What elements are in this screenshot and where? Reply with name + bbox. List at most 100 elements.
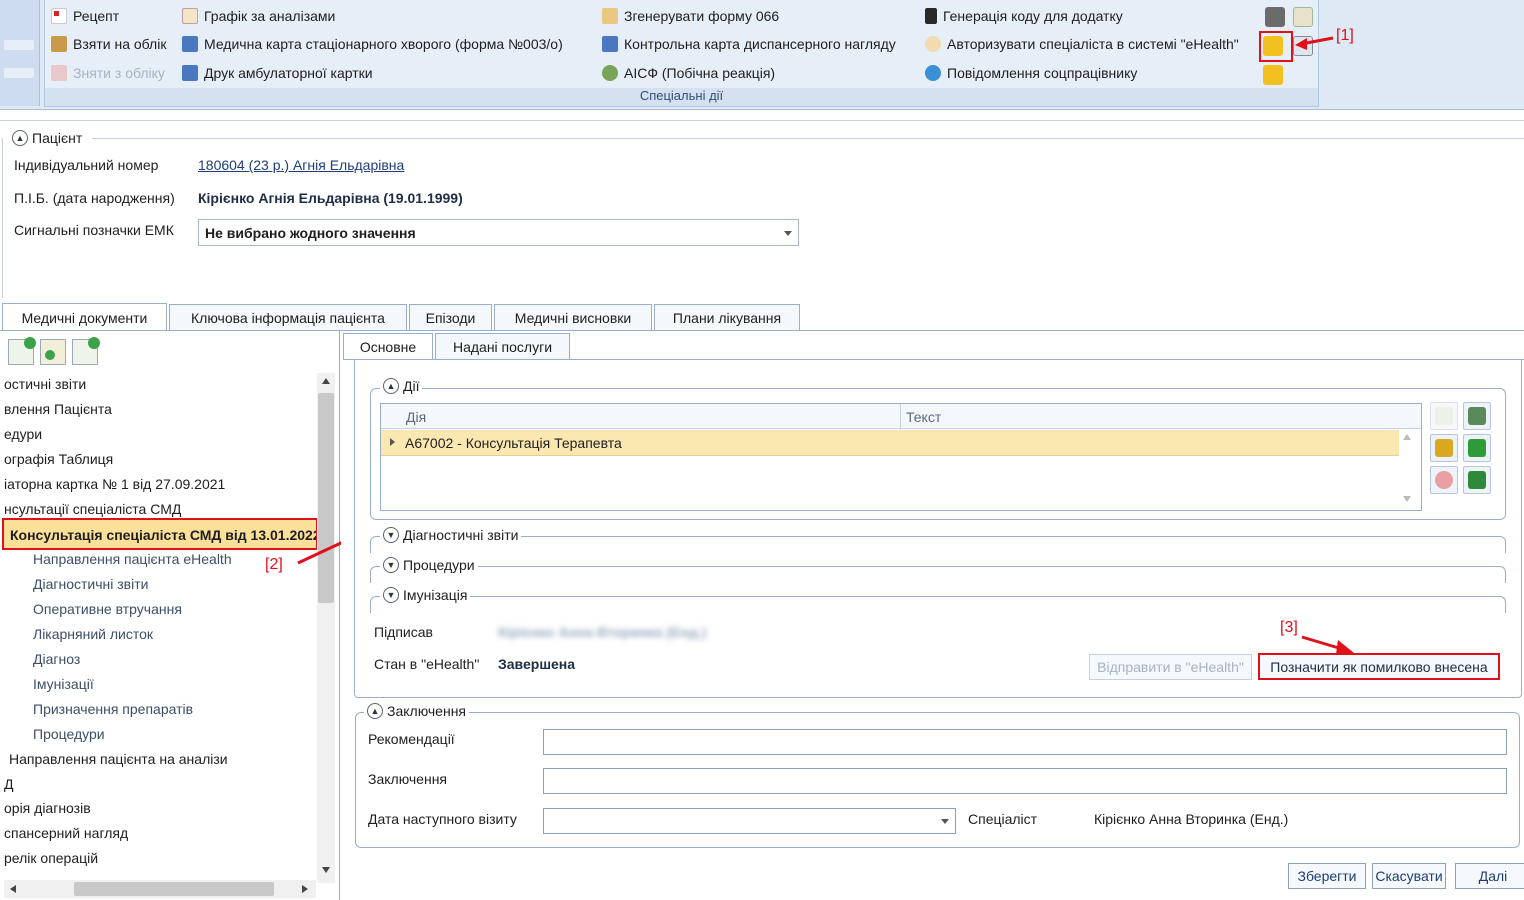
expand-icon[interactable]: ▼ <box>383 557 399 573</box>
signals-select[interactable]: Не вибрано жодного значення <box>198 219 799 246</box>
specialist-value: Кірієнко Анна Вторинка (Енд.) <box>1094 811 1289 827</box>
tab-medical-conclusions[interactable]: Медичні висновки <box>494 304 652 331</box>
ribbon-control-card-button[interactable]: Контрольна карта диспансерного нагляду <box>602 36 896 52</box>
tree-child-item[interactable]: Призначення препаратів <box>33 701 193 717</box>
collapse-icon[interactable]: ▲ <box>12 130 28 146</box>
ribbon-unregister-button[interactable]: Зняти з обліку <box>51 65 165 81</box>
cancel-button[interactable]: Скасувати <box>1372 863 1446 889</box>
conclusion-section-header[interactable]: ▲ Заключення <box>364 703 470 719</box>
folder-key-icon[interactable] <box>1263 65 1283 85</box>
clipboard-icon[interactable] <box>1293 7 1313 27</box>
annotation-arrow-3 <box>1301 635 1354 654</box>
printer-icon[interactable] <box>1265 7 1285 27</box>
expand-icon[interactable]: ▼ <box>383 587 399 603</box>
conclusion-input[interactable] <box>543 768 1507 794</box>
tree-vertical-scrollbar[interactable] <box>317 373 335 883</box>
subtab-main[interactable]: Основне <box>343 333 433 360</box>
print-card-icon <box>182 65 198 81</box>
collapse-icon[interactable]: ▲ <box>367 703 383 719</box>
tools-button[interactable] <box>1463 402 1491 430</box>
annotation-label-3: [3] <box>1280 619 1298 636</box>
tree-item[interactable]: іаторна картка № 1 від 27.09.2021 <box>4 476 225 492</box>
ribbon-message-button[interactable]: Повідомлення соцпрацівнику <box>925 65 1137 81</box>
column-header-text[interactable]: Текст <box>906 409 941 425</box>
copy-document-button[interactable] <box>40 339 66 365</box>
table-button[interactable] <box>1463 466 1491 494</box>
ribbon-register-button[interactable]: Взяти на облік <box>51 36 166 52</box>
tree-item[interactable]: релік операцій <box>4 850 98 866</box>
column-header-action[interactable]: Дія <box>406 409 426 425</box>
chart-icon <box>182 8 198 24</box>
scroll-up-icon[interactable] <box>322 378 330 384</box>
tab-treatment-plans[interactable]: Плани лікування <box>654 304 800 331</box>
link-icon <box>1468 439 1486 457</box>
mark-erroneous-button[interactable]: Позначити як помилково внесена <box>1258 653 1500 680</box>
tree-item[interactable]: орія діагнозів <box>4 800 91 816</box>
phone-icon <box>925 8 937 24</box>
ribbon-aisf-button[interactable]: АІСФ (Побічна реакція) <box>602 65 775 81</box>
ribbon-recipe-button[interactable]: Рецепт <box>51 8 119 24</box>
tree-item[interactable]: влення Пацієнта <box>4 401 112 417</box>
scroll-left-icon[interactable] <box>10 885 16 893</box>
link-button[interactable] <box>1463 434 1491 462</box>
tree-child-item[interactable]: Направлення пацієнта eHealth <box>33 551 232 567</box>
ribbon: Рецепт Взяти на облік Зняти з обліку Гра… <box>0 0 1524 110</box>
ribbon-authorize-button[interactable]: Авторизувати спеціаліста в системі "eHea… <box>925 36 1239 52</box>
patient-section-header[interactable]: ▲ Пацієнт <box>12 130 82 146</box>
row-expand-icon[interactable] <box>390 438 395 446</box>
scroll-h-thumb[interactable] <box>74 882 274 896</box>
add-record-button[interactable] <box>72 337 100 365</box>
table-icon <box>1468 471 1486 489</box>
ribbon-print-card-button[interactable]: Друк амбулаторної картки <box>182 65 373 81</box>
tree-item[interactable]: Направлення пацієнта на аналізи <box>9 751 228 767</box>
add-icon <box>24 337 36 349</box>
tree-item[interactable]: ографія Таблиця <box>4 451 113 467</box>
patient-id-link[interactable]: 180604 (23 р.) Агнія Ельдарівна <box>198 157 404 173</box>
diag-section-header[interactable]: ▼ Діагностичні звіти <box>380 527 522 543</box>
tab-medical-documents[interactable]: Медичні документи <box>2 303 167 332</box>
delete-button[interactable] <box>1430 466 1458 494</box>
tree-child-item[interactable]: Діагностичні звіти <box>33 576 148 592</box>
tree-child-item[interactable]: Діагноз <box>33 651 80 667</box>
ribbon-collapsed-group[interactable] <box>0 0 40 106</box>
send-ehealth-button[interactable]: Відправити в "eHealth" <box>1089 654 1252 680</box>
ribbon-form-066-button[interactable]: Згенерувати форму 066 <box>602 8 779 24</box>
tree-item-selected[interactable]: Консультація спеціаліста СМД від 13.01.2… <box>2 518 318 550</box>
scroll-down-icon[interactable] <box>322 867 330 873</box>
grid-scroll-up-icon[interactable] <box>1403 434 1411 440</box>
tree-child-item[interactable]: Оперативне втручання <box>33 601 182 617</box>
tab-key-info[interactable]: Ключова інформація пацієнта <box>169 304 407 331</box>
table-row[interactable]: A67002 - Консультація Терапевта <box>381 430 1399 456</box>
add-document-button[interactable] <box>8 337 36 365</box>
next-visit-date-picker[interactable] <box>543 808 956 834</box>
message-icon <box>925 65 941 81</box>
tree-horizontal-scrollbar[interactable] <box>4 880 316 898</box>
tree-child-item[interactable]: Лікарняний листок <box>33 626 153 642</box>
copy-icon <box>45 350 55 360</box>
ribbon-medical-card-button[interactable]: Медична карта стаціонарного хворого (фор… <box>182 36 563 52</box>
recommendations-input[interactable] <box>543 729 1507 755</box>
tree-item[interactable]: нсультації спеціаліста СМД <box>4 501 181 517</box>
tab-episodes[interactable]: Епізоди <box>409 304 492 331</box>
tree-item[interactable]: едури <box>4 426 42 442</box>
grid-scroll-down-icon[interactable] <box>1403 496 1411 502</box>
tree-item[interactable]: Д <box>4 776 13 792</box>
book-icon <box>1435 439 1453 457</box>
ribbon-app-code-button[interactable]: Генерація коду для додатку <box>925 8 1123 24</box>
immunization-section-header[interactable]: ▼ Імунізація <box>380 587 471 603</box>
tree-child-item[interactable]: Імунізації <box>33 676 94 692</box>
add-action-button[interactable] <box>1430 402 1458 430</box>
book-button[interactable] <box>1430 434 1458 462</box>
next-button[interactable]: Далі <box>1455 863 1524 889</box>
tree-item[interactable]: спансерний нагляд <box>4 825 128 841</box>
tree-child-item[interactable]: Процедури <box>33 726 105 742</box>
tree-item[interactable]: остичні звіти <box>4 376 86 392</box>
expand-icon[interactable]: ▼ <box>383 527 399 543</box>
ribbon-chart-button[interactable]: Графік за аналізами <box>182 8 335 24</box>
actions-section-header[interactable]: ▲ Дії <box>380 378 423 394</box>
procedures-section-header[interactable]: ▼ Процедури <box>380 557 478 573</box>
collapse-icon[interactable]: ▲ <box>383 378 399 394</box>
subtab-services[interactable]: Надані послуги <box>435 333 570 359</box>
scroll-right-icon[interactable] <box>302 885 308 893</box>
save-button[interactable]: Зберегти <box>1288 863 1366 889</box>
